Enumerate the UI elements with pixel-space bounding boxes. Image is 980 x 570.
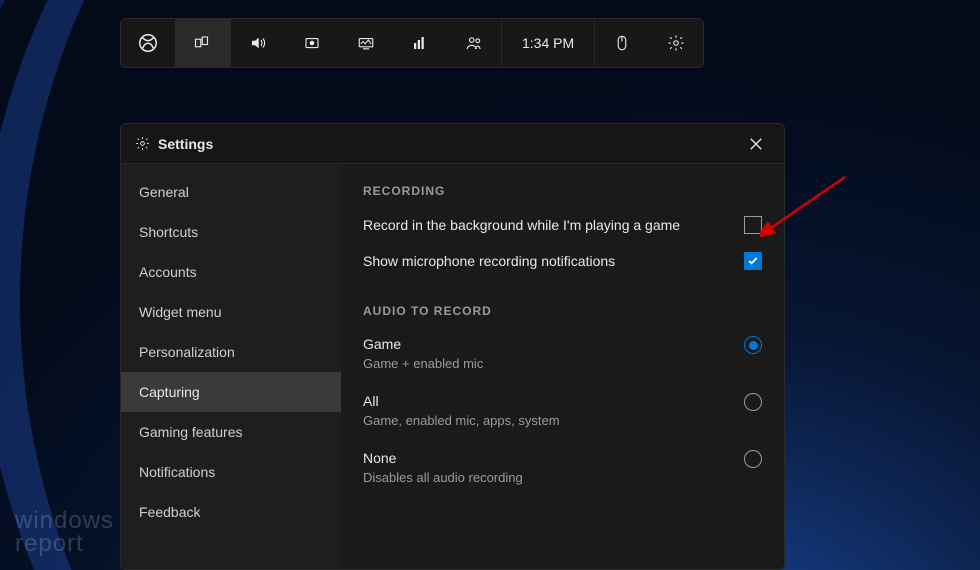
row-mic-notifications: Show microphone recording notifications [363, 252, 762, 270]
capture-icon[interactable] [285, 19, 339, 67]
sidebar-item-feedback[interactable]: Feedback [121, 492, 341, 532]
close-button[interactable] [742, 130, 770, 158]
gear-icon [135, 136, 150, 151]
audio-icon[interactable] [231, 19, 285, 67]
performance-icon[interactable] [339, 19, 393, 67]
xbox-icon[interactable] [121, 19, 175, 67]
sidebar-item-notifications[interactable]: Notifications [121, 452, 341, 492]
radio-none[interactable] [744, 450, 762, 468]
sidebar-item-general[interactable]: General [121, 172, 341, 212]
watermark-line2: report [15, 533, 114, 556]
radio-game[interactable] [744, 336, 762, 354]
sidebar-item-personalization[interactable]: Personalization [121, 332, 341, 372]
settings-window: Settings GeneralShortcutsAccountsWidget … [120, 123, 785, 570]
game-bar: 1:34 PM [120, 18, 704, 68]
section-title-audio: AUDIO TO RECORD [363, 304, 762, 318]
mouse-icon[interactable] [595, 19, 649, 67]
sidebar-item-widget-menu[interactable]: Widget menu [121, 292, 341, 332]
checkbox-mic-notifications[interactable] [744, 252, 762, 270]
settings-header: Settings [121, 124, 784, 164]
label-record-background: Record in the background while I'm playi… [363, 217, 680, 233]
label-mic-notifications: Show microphone recording notifications [363, 253, 615, 269]
section-audio: AUDIO TO RECORD Game Game + enabled mic Al… [363, 304, 762, 485]
sidebar-item-shortcuts[interactable]: Shortcuts [121, 212, 341, 252]
resources-icon[interactable] [393, 19, 447, 67]
radio-desc-none: Disables all audio recording [363, 470, 523, 485]
radio-label-all: All [363, 393, 560, 409]
watermark: windows report [15, 510, 114, 556]
settings-gear-icon[interactable] [649, 19, 703, 67]
radio-all[interactable] [744, 393, 762, 411]
radio-row-none: None Disables all audio recording [363, 450, 762, 485]
sidebar-item-accounts[interactable]: Accounts [121, 252, 341, 292]
radio-label-game: Game [363, 336, 483, 352]
section-title-recording: RECORDING [363, 184, 762, 198]
settings-title: Settings [158, 136, 742, 152]
close-icon [749, 137, 763, 151]
radio-desc-game: Game + enabled mic [363, 356, 483, 371]
radio-desc-all: Game, enabled mic, apps, system [363, 413, 560, 428]
row-record-background: Record in the background while I'm playi… [363, 216, 762, 234]
settings-content: RECORDING Record in the background while… [341, 164, 784, 569]
sidebar-item-gaming-features[interactable]: Gaming features [121, 412, 341, 452]
sidebar-item-capturing[interactable]: Capturing [121, 372, 341, 412]
radio-row-all: All Game, enabled mic, apps, system [363, 393, 762, 428]
checkbox-record-background[interactable] [744, 216, 762, 234]
settings-sidebar: GeneralShortcutsAccountsWidget menuPerso… [121, 164, 341, 569]
clock-time: 1:34 PM [502, 19, 594, 67]
radio-row-game: Game Game + enabled mic [363, 336, 762, 371]
xbox-social-icon[interactable] [447, 19, 501, 67]
widgets-icon[interactable] [176, 19, 230, 67]
radio-label-none: None [363, 450, 523, 466]
section-recording: RECORDING Record in the background while… [363, 184, 762, 270]
